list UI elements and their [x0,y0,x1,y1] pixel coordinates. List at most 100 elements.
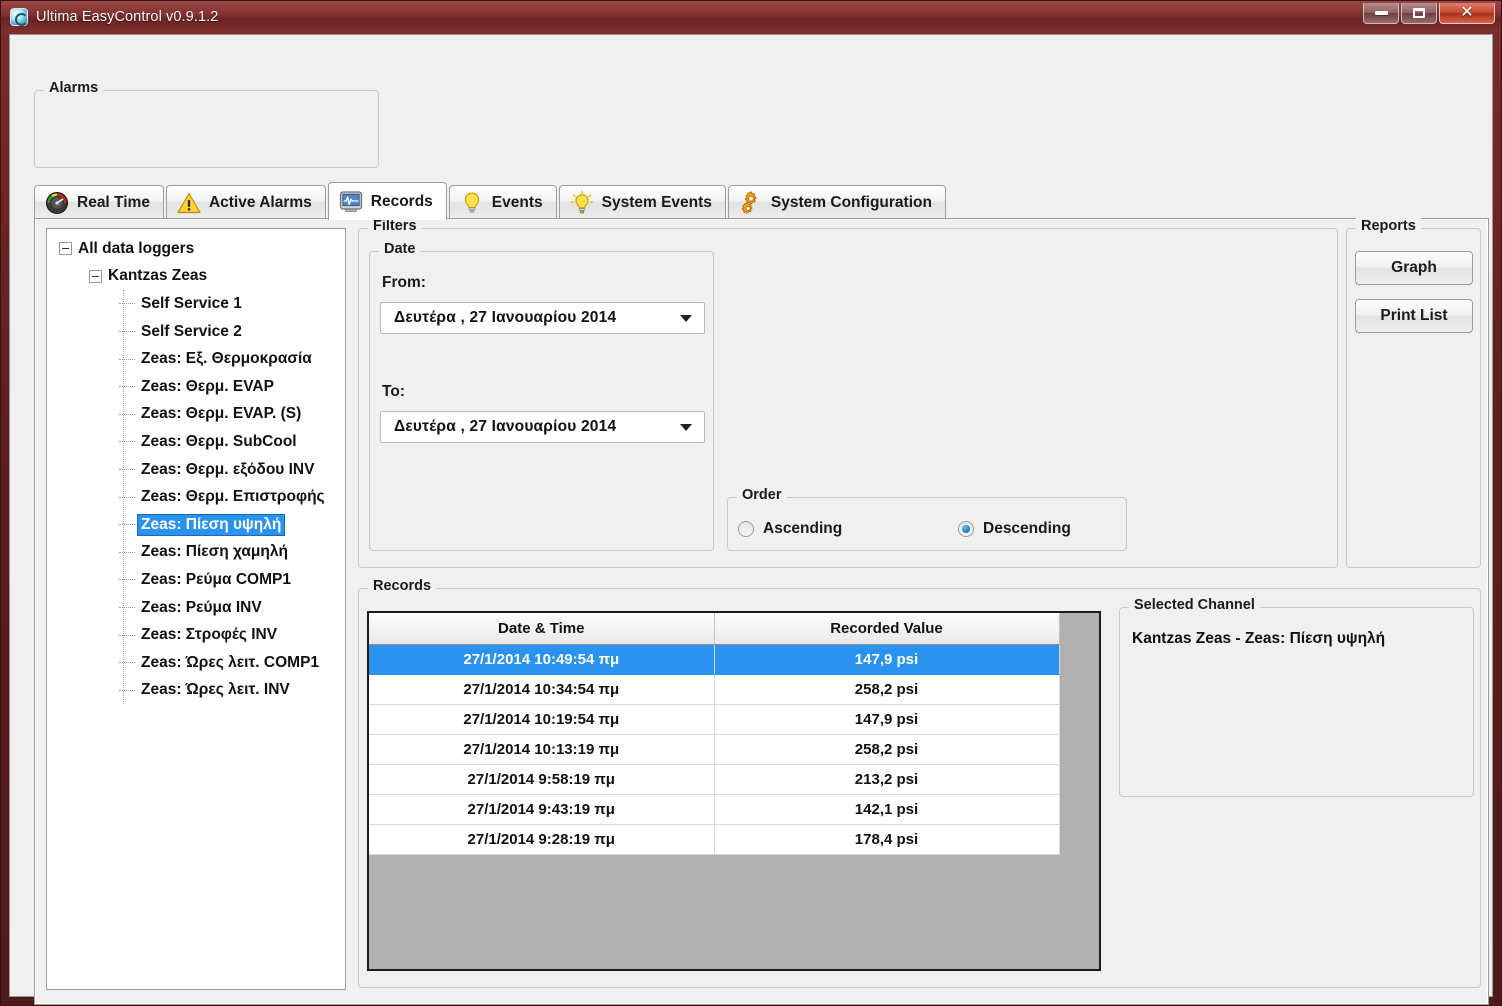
data-logger-tree[interactable]: All data loggers Kantzas Zeas Self Servi… [46,228,346,990]
tree-node-all-data-loggers[interactable]: All data loggers [47,235,345,263]
tree-item-high-pressure[interactable]: Zeas: Πίεση υψηλή [47,511,345,539]
tab-label: System Events [602,194,712,212]
table-row[interactable]: 27/1/2014 9:58:19 πμ 213,2 psi [369,764,1059,794]
table-row[interactable]: 27/1/2014 9:28:19 πμ 178,4 psi [369,824,1059,854]
date-from-value: Δευτέρα , 27 Ιανουαρίου 2014 [394,309,616,327]
chevron-down-icon[interactable] [680,315,692,322]
tree-connector-icon [119,386,135,387]
date-to-picker[interactable]: Δευτέρα , 27 Ιανουαρίου 2014 [380,411,705,443]
lightbulb-sparkle-icon [570,191,594,215]
selected-channel-value: Kantzas Zeas - Zeas: Πίεση υψηλή [1132,630,1385,648]
collapse-expander-icon[interactable] [89,270,102,283]
to-label: To: [382,383,405,401]
cell-value: 142,1 psi [714,794,1059,824]
records-group: Records Date & Time Recorded Value [358,588,1481,988]
tree-item-run-hours-inv[interactable]: Zeas: Ώρες λειτ. INV [47,677,345,705]
tree-item-evap-temp[interactable]: Zeas: Θερμ. EVAP [47,373,345,401]
selected-channel-label: Selected Channel [1129,597,1260,613]
tab-label: Active Alarms [209,194,312,212]
tree-item-self-service-1[interactable]: Self Service 1 [47,290,345,318]
maximize-button[interactable] [1401,3,1437,24]
tree-item-return-temp[interactable]: Zeas: Θερμ. Επιστροφής [47,483,345,511]
records-table: Date & Time Recorded Value 27/1/2014 10:… [369,613,1060,855]
order-label: Order [737,487,787,503]
warning-triangle-icon [177,191,201,215]
tab-active-alarms[interactable]: Active Alarms [166,185,326,219]
tab-label: Records [371,193,433,211]
column-header-datetime[interactable]: Date & Time [369,613,714,644]
tree-node-label: Zeas: Ώρες λειτ. INV [138,680,293,700]
tree-item-self-service-2[interactable]: Self Service 2 [47,318,345,346]
tree-item-subcool-temp[interactable]: Zeas: Θερμ. SubCool [47,428,345,456]
tree-connector-icon [119,662,135,663]
column-header-value[interactable]: Recorded Value [714,613,1059,644]
table-row[interactable]: 27/1/2014 9:43:19 πμ 142,1 psi [369,794,1059,824]
tree-node-label: Zeas: Θερμ. EVAP. (S) [138,404,304,424]
tab-events[interactable]: Events [449,185,557,219]
tree-item-run-hours-comp1[interactable]: Zeas: Ώρες λειτ. COMP1 [47,649,345,677]
lightbulb-icon [460,191,484,215]
tree-node-label: Zeas: Πίεση υψηλή [138,515,284,535]
tree-item-low-pressure[interactable]: Zeas: Πίεση χαμηλή [47,539,345,567]
table-row[interactable]: 27/1/2014 10:34:54 πμ 258,2 psi [369,674,1059,704]
close-button[interactable]: ✕ [1439,3,1495,24]
tree-item-inv-rpm[interactable]: Zeas: Στροφές INV [47,621,345,649]
tab-system-configuration[interactable]: System Configuration [728,185,946,219]
tree-item-current-inv[interactable]: Zeas: Ρεύμα INV [47,594,345,622]
chevron-down-icon[interactable] [680,424,692,431]
monitor-waveform-icon [339,190,363,214]
tree-item-current-comp1[interactable]: Zeas: Ρεύμα COMP1 [47,566,345,594]
tree-node-label: Zeas: Θερμ. Επιστροφής [138,487,328,507]
gauge-icon [45,191,69,215]
print-list-button[interactable]: Print List [1355,299,1473,333]
tree-item-evap-temp-s[interactable]: Zeas: Θερμ. EVAP. (S) [47,401,345,429]
radio-button-selected-icon[interactable] [958,521,974,537]
table-row[interactable]: 27/1/2014 10:13:19 πμ 258,2 psi [369,734,1059,764]
radio-descending-label: Descending [983,520,1071,538]
order-group: Order Ascending Descending [727,497,1127,551]
records-grid[interactable]: Date & Time Recorded Value 27/1/2014 10:… [367,611,1101,971]
date-from-picker[interactable]: Δευτέρα , 27 Ιανουαρίου 2014 [380,302,705,334]
cell-value: 147,9 psi [714,704,1059,734]
date-to-value: Δευτέρα , 27 Ιανουαρίου 2014 [394,418,616,436]
gears-icon [739,191,763,215]
tree-children: Self Service 1 Self Service 2 Zeas: Εξ. … [47,290,345,704]
tab-label: Events [492,194,543,212]
radio-descending[interactable]: Descending [958,520,1071,538]
graph-button[interactable]: Graph [1355,251,1473,285]
tree-node-label: Zeas: Θερμ. SubCool [138,432,300,452]
tree-item-inv-output-temp[interactable]: Zeas: Θερμ. εξόδου INV [47,456,345,484]
cell-datetime: 27/1/2014 10:34:54 πμ [369,674,714,704]
title-bar: Ultima EasyControl v0.9.1.2 ✕ [1,1,1501,33]
table-row[interactable]: 27/1/2014 10:19:54 πμ 147,9 psi [369,704,1059,734]
tree-connector-icon [119,497,135,498]
tree-connector-icon [119,303,135,304]
tab-system-events[interactable]: System Events [559,185,726,219]
alarms-label: Alarms [44,80,103,96]
tab-real-time[interactable]: Real Time [34,185,164,219]
tree-item-ext-temperature[interactable]: Zeas: Εξ. Θερμοκρασία [47,345,345,373]
tree-connector-icon [119,690,135,691]
cell-value: 258,2 psi [714,734,1059,764]
tree-connector-icon [119,524,135,525]
minimize-icon [1375,11,1388,15]
tree-connector-icon [119,607,135,608]
radio-ascending[interactable]: Ascending [738,520,958,538]
app-logo-icon [10,8,28,26]
cell-value: 147,9 psi [714,644,1059,674]
minimize-button[interactable] [1363,3,1399,24]
tab-records[interactable]: Records [328,182,447,220]
records-label: Records [368,578,436,594]
page-background: All data loggers Kantzas Zeas Self Servi… [36,220,1487,1003]
tree-connector-icon [119,414,135,415]
tree-node-kantzas-zeas[interactable]: Kantzas Zeas [47,263,345,291]
radio-button-icon[interactable] [738,521,754,537]
table-row[interactable]: 27/1/2014 10:49:54 πμ 147,9 psi [369,644,1059,674]
filters-label: Filters [368,218,422,234]
tab-label: System Configuration [771,194,932,212]
tree-node-label: Zeas: Θερμ. εξόδου INV [138,460,317,480]
tab-label: Real Time [77,194,150,212]
tree-node-label: All data loggers [75,239,197,259]
collapse-expander-icon[interactable] [59,242,72,255]
tree-node-label: Zeas: Στροφές INV [138,625,280,645]
